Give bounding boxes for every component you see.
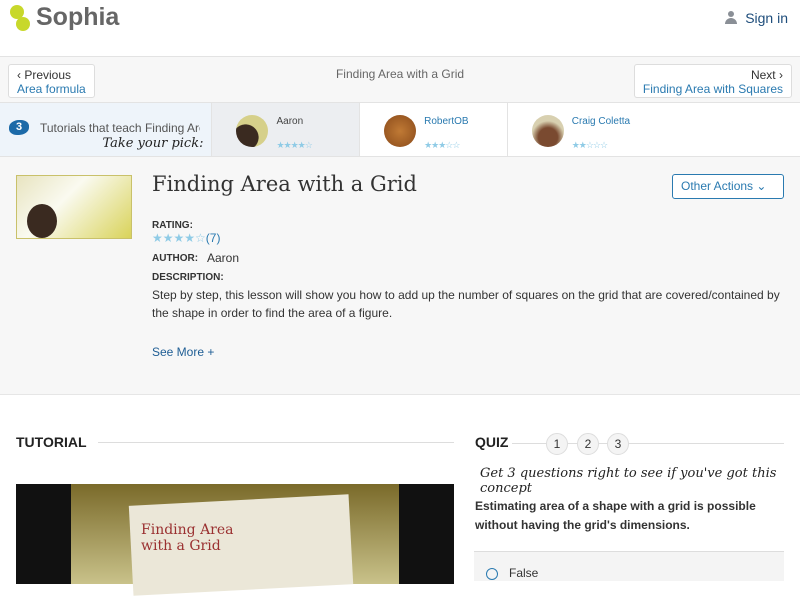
tutorial-author: Craig Coletta (571, 116, 631, 127)
next-button[interactable]: Next › Finding Area with Squares (633, 64, 792, 98)
prev-title: Area formula (17, 82, 86, 96)
user-icon (725, 11, 738, 25)
description-label: DESCRIPTION: (152, 272, 224, 283)
next-label: Next (750, 68, 776, 82)
star-rating: ★★★★☆ (276, 140, 312, 150)
radio-button[interactable] (486, 568, 498, 580)
video-frame: Finding Area with a Grid (71, 484, 399, 596)
tutorial-count-badge: 3 (9, 120, 29, 135)
see-more-link[interactable]: See More + (152, 345, 214, 359)
tutorial-option[interactable]: Craig Coletta ★★☆☆☆ (506, 103, 800, 156)
sign-in-label: Sign in (745, 10, 788, 26)
tutorial-heading: TUTORIAL (16, 434, 87, 450)
rating-count[interactable]: (7) (206, 231, 221, 245)
tutorial-picker: 3 Tutorials that teach Finding Area with… (0, 103, 800, 157)
author-name: Aaron (207, 251, 240, 265)
tutorial-option[interactable]: Aaron ★★★★☆ (211, 103, 360, 156)
star-rating: ★★★☆☆ (424, 140, 460, 150)
rating: ★★★★☆(7) (152, 231, 220, 245)
sophia-logo[interactable]: Sophia (10, 3, 119, 32)
brand-name: Sophia (36, 3, 120, 31)
other-actions-label: Other Actions (681, 179, 754, 193)
header: Sophia Sign in (0, 0, 800, 57)
rating-label: RATING: (152, 220, 193, 231)
divider (98, 442, 454, 443)
sign-in-link[interactable]: Sign in (725, 10, 788, 26)
page-title: Finding Area with a Grid (152, 172, 417, 196)
video-player[interactable]: Finding Area with a Grid (16, 484, 454, 596)
quiz-prompt: Get 3 questions right to see if you've g… (480, 466, 777, 496)
take-your-pick: Take your pick: (102, 136, 204, 151)
chevron-down-icon: ⌄ (753, 179, 767, 193)
other-actions-button[interactable]: Other Actions ⌄ (672, 174, 784, 199)
author-label: AUTHOR: (152, 253, 199, 264)
video-text: Finding Area with a Grid (141, 522, 234, 554)
answer-label: False (509, 566, 539, 580)
description: Step by step, this lesson will show you … (152, 288, 780, 320)
logo-icon (10, 4, 30, 31)
avatar (531, 115, 564, 147)
quiz-step-3[interactable]: 3 (607, 433, 629, 455)
avatar (384, 115, 417, 147)
answer-option[interactable]: False (474, 551, 784, 581)
quiz-heading: QUIZ (475, 434, 509, 450)
quiz-step-1[interactable]: 1 (546, 433, 568, 455)
star-rating: ★★★★☆ (152, 231, 206, 245)
tutorial-author: Aaron (276, 116, 304, 127)
tutorial-picker-lead: 3 Tutorials that teach Finding Area with… (0, 103, 212, 156)
quiz-question: Estimating area of a shape with a grid i… (475, 499, 756, 532)
star-rating: ★★☆☆☆ (571, 140, 608, 150)
tutorial-option[interactable]: RobertOB ★★★☆☆ (359, 103, 507, 156)
chevron-right-icon: › (775, 68, 783, 82)
tutorial-lead-text: Tutorials that teach Finding Area with a… (40, 121, 200, 135)
next-title: Finding Area with Squares (642, 82, 783, 96)
tutorial-author: RobertOB (424, 116, 469, 127)
quiz-step-2[interactable]: 2 (577, 433, 599, 455)
avatar (236, 115, 269, 147)
lesson-nav: ‹ Previous Area formula Finding Area wit… (0, 57, 800, 103)
lesson-thumbnail (16, 175, 132, 239)
